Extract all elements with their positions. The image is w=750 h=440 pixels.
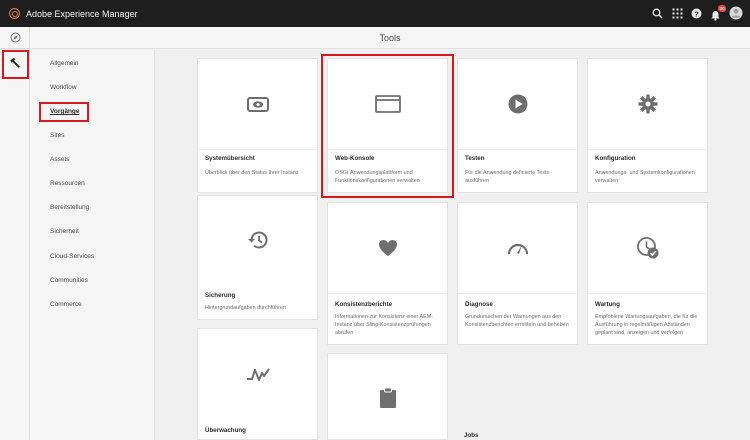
card-title: Sicherung [205, 292, 236, 299]
card-title: Testen [465, 155, 485, 162]
gear-icon [638, 94, 657, 114]
left-rail [0, 27, 30, 440]
apps-grid-icon[interactable] [672, 8, 683, 19]
hammer-icon [10, 57, 20, 68]
card-divider [588, 293, 707, 294]
tool-card-systemuebersicht[interactable]: Systemübersicht Überblick über den Statu… [197, 58, 318, 193]
history-icon [247, 231, 267, 249]
card-title: Jobs [464, 432, 479, 439]
tool-card-jobs[interactable]: Jobs [457, 350, 578, 440]
card-description: OSGi-Anwendungsplattform und Funktionsko… [335, 170, 420, 184]
card-image [198, 196, 317, 284]
avatar-icon[interactable] [729, 6, 743, 20]
card-title: Systemübersicht [205, 155, 255, 162]
nav-item-sites[interactable]: Sites [50, 130, 64, 142]
nav-item-assets[interactable]: Assets [50, 154, 70, 166]
card-image [588, 59, 707, 149]
tool-card-diagnose[interactable]: Diagnose Grundursachen der Warnungen aus… [457, 202, 578, 345]
svg-text:?: ? [694, 9, 699, 18]
tool-card-web-konsole[interactable]: Web-Konsole OSGi-Anwendungsplattform und… [327, 58, 448, 193]
nav-item-commerce[interactable]: Commerce [50, 299, 82, 311]
nav-item-vorgaenge[interactable]: Vorgänge [50, 106, 80, 118]
top-bar: Adobe Experience Manager ? 30 [0, 0, 750, 27]
card-title: Diagnose [465, 301, 493, 308]
card-title: Web-Konsole [335, 155, 375, 162]
tool-card-ueberwachung[interactable]: Überwachung [197, 328, 318, 440]
card-divider [588, 149, 707, 150]
page-title: Tools [30, 27, 750, 49]
play-icon [508, 94, 527, 114]
card-divider [328, 149, 447, 150]
tool-card-konsistenzberichte[interactable]: Konsistenzberichte Informationen zur Kon… [327, 202, 448, 345]
nav-item-communities[interactable]: Communities [50, 275, 88, 287]
card-image [198, 329, 317, 419]
brand-name[interactable]: Adobe Experience Manager [26, 9, 138, 19]
card-image [328, 354, 447, 440]
rail-navigation-button[interactable] [0, 27, 30, 49]
tool-card-clipboard[interactable] [327, 353, 448, 440]
card-description: Grundursachen der Warnungen aus den Kons… [465, 314, 569, 328]
tools-category-nav: Allgemein Workflow Vorgänge Sites Assets… [30, 50, 155, 440]
card-description: Informationen zur Konsistenz einer AEM-I… [335, 314, 433, 336]
tool-card-sicherung[interactable]: Sicherung Hintergrundaufgaben durchführe… [197, 195, 318, 320]
clipboard-icon [379, 387, 396, 408]
notification-badge: 30 [718, 5, 726, 12]
card-divider [458, 149, 577, 150]
dashboard-icon [246, 97, 269, 112]
pulse-icon [246, 368, 270, 381]
card-description: Empfohlene Wartungsaufgaben, die für die… [595, 314, 698, 336]
card-image [328, 59, 447, 149]
navigation-icon [10, 32, 20, 43]
card-image [458, 59, 577, 149]
card-image [198, 59, 317, 149]
search-icon[interactable] [652, 8, 663, 19]
heart-icon [378, 240, 397, 256]
nav-item-allgemein[interactable]: Allgemein [50, 58, 79, 70]
nav-item-ressourcen[interactable]: Ressourcen [50, 178, 85, 190]
card-description: Anwendungs- und Systemkonfigurationen ve… [595, 170, 695, 184]
card-title: Konsistenzberichte [335, 301, 393, 308]
tool-card-wartung[interactable]: Wartung Empfohlene Wartungsaufgaben, die… [587, 202, 708, 345]
clock-check-icon [636, 237, 658, 259]
card-title: Konfiguration [595, 155, 636, 162]
aem-logo-icon[interactable] [9, 8, 20, 19]
card-divider [458, 293, 577, 294]
tool-card-testen[interactable]: Testen Für die Anwendung definierte Test… [457, 58, 578, 193]
card-description: Hintergrundaufgaben durchführen [205, 305, 286, 311]
card-divider [198, 149, 317, 150]
nav-item-bereitstellung[interactable]: Bereitstellung [50, 202, 89, 214]
card-title: Wartung [595, 301, 620, 308]
help-icon[interactable]: ? [691, 8, 702, 19]
nav-item-cloud-services[interactable]: Cloud-Services [50, 251, 94, 263]
card-image [458, 203, 577, 293]
nav-item-workflow[interactable]: Workflow [50, 82, 77, 94]
card-description: Für die Anwendung definierte Tests ausfü… [465, 170, 550, 184]
card-divider [328, 293, 447, 294]
gauge-icon [507, 243, 528, 255]
nav-item-sicherheit[interactable]: Sicherheit [50, 226, 79, 238]
card-title: Überwachung [205, 427, 246, 434]
card-image [588, 203, 707, 293]
card-image [328, 203, 447, 293]
browser-window-icon [374, 95, 401, 113]
notifications-button[interactable]: 30 [710, 5, 726, 21]
tool-card-konfiguration[interactable]: Konfiguration Anwendungs- und Systemkonf… [587, 58, 708, 193]
card-description: Überblick über den Status Ihrer Instanz [205, 170, 299, 176]
rail-tools-button[interactable] [3, 51, 27, 75]
